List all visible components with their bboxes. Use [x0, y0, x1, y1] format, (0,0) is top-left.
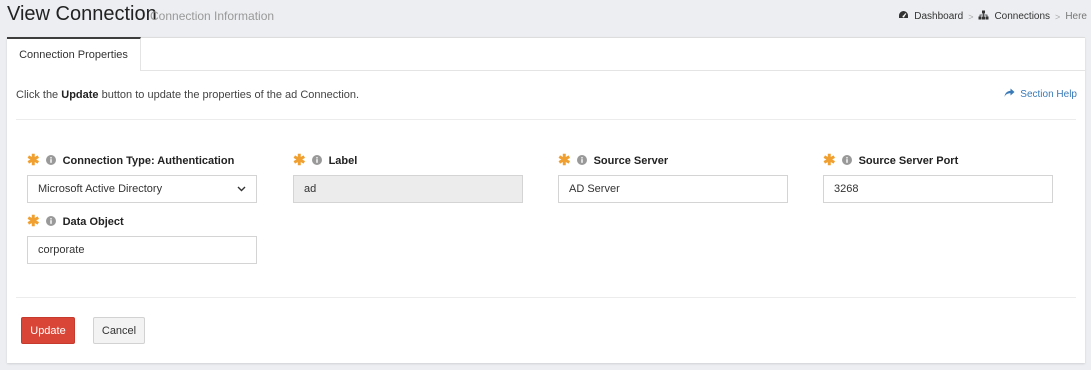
data-object-label: Data Object	[62, 216, 124, 228]
chevron-down-icon	[237, 183, 246, 195]
page-subtitle: Connection Information	[150, 9, 275, 23]
label-field-label: Label	[328, 155, 358, 167]
intro-text-bold: Update	[61, 89, 99, 101]
source-server-value: AD Server	[569, 183, 620, 195]
tab-connection-properties[interactable]: Connection Properties	[7, 37, 141, 71]
intro-text: Click the Update button to update the pr…	[16, 89, 359, 101]
field-label: ✱ Connection Type: Authentication	[27, 152, 257, 169]
page-title: View Connection	[7, 3, 157, 25]
info-icon[interactable]	[311, 154, 322, 168]
breadcrumb-dashboard-label: Dashboard	[914, 11, 964, 22]
update-button[interactable]: Update	[21, 317, 75, 344]
field-label-name: ✱ Label ad	[293, 152, 523, 203]
dashboard-icon	[898, 10, 909, 23]
field-connection-type: ✱ Connection Type: Authentication Micros…	[27, 152, 257, 203]
label-value: ad	[304, 183, 317, 195]
connection-panel: Connection Properties Click the Update b…	[7, 37, 1085, 363]
page-header: View Connection Connection Information D…	[7, 0, 1087, 36]
tab-bar: Connection Properties	[7, 37, 1085, 71]
breadcrumb-connections-label: Connections	[994, 11, 1051, 22]
info-icon[interactable]	[576, 154, 587, 168]
source-server-port-label: Source Server Port	[858, 155, 959, 167]
source-server-input[interactable]: AD Server	[558, 175, 788, 203]
breadcrumb: Dashboard > Connections > Here	[898, 10, 1087, 23]
section-help-label: Section Help	[1020, 89, 1077, 100]
info-icon[interactable]	[45, 154, 56, 168]
info-icon[interactable]	[841, 154, 852, 168]
field-label: ✱ Data Object	[27, 213, 257, 230]
source-server-port-value: 3268	[834, 183, 859, 195]
divider	[16, 119, 1076, 120]
required-asterisk-icon: ✱	[27, 152, 40, 169]
intro-text-after: button to update the properties of the a…	[98, 89, 360, 101]
field-source-server-port: ✱ Source Server Port 3268	[823, 152, 1053, 203]
field-source-server: ✱ Source Server AD Server	[558, 152, 788, 203]
cancel-button[interactable]: Cancel	[93, 317, 145, 344]
data-object-value: corporate	[38, 244, 85, 256]
source-server-label: Source Server	[593, 155, 669, 167]
breadcrumb-separator: >	[1055, 11, 1061, 22]
required-asterisk-icon: ✱	[293, 152, 306, 169]
divider	[16, 297, 1076, 298]
breadcrumb-current: Here	[1065, 11, 1087, 22]
source-server-port-input[interactable]: 3268	[823, 175, 1053, 203]
connection-type-value: Microsoft Active Directory	[38, 183, 163, 195]
data-object-input[interactable]: corporate	[27, 236, 257, 264]
section-help-link[interactable]: Section Help	[1004, 88, 1077, 101]
required-asterisk-icon: ✱	[27, 213, 40, 230]
connection-type-select[interactable]: Microsoft Active Directory	[27, 175, 257, 203]
breadcrumb-separator: >	[968, 11, 974, 22]
field-label: ✱ Source Server Port	[823, 152, 1053, 169]
required-asterisk-icon: ✱	[823, 152, 836, 169]
intro-text-before: Click the	[16, 89, 62, 101]
label-input: ad	[293, 175, 523, 203]
connection-type-label: Connection Type: Authentication	[62, 155, 235, 167]
required-asterisk-icon: ✱	[558, 152, 571, 169]
field-label: ✱ Source Server	[558, 152, 788, 169]
sitemap-icon	[978, 10, 989, 23]
breadcrumb-connections[interactable]: Connections	[978, 10, 1050, 23]
info-icon[interactable]	[45, 215, 56, 229]
breadcrumb-dashboard[interactable]: Dashboard	[898, 10, 963, 23]
field-label: ✱ Label	[293, 152, 523, 169]
field-data-object: ✱ Data Object corporate	[27, 213, 257, 264]
share-arrow-icon	[1004, 88, 1020, 101]
